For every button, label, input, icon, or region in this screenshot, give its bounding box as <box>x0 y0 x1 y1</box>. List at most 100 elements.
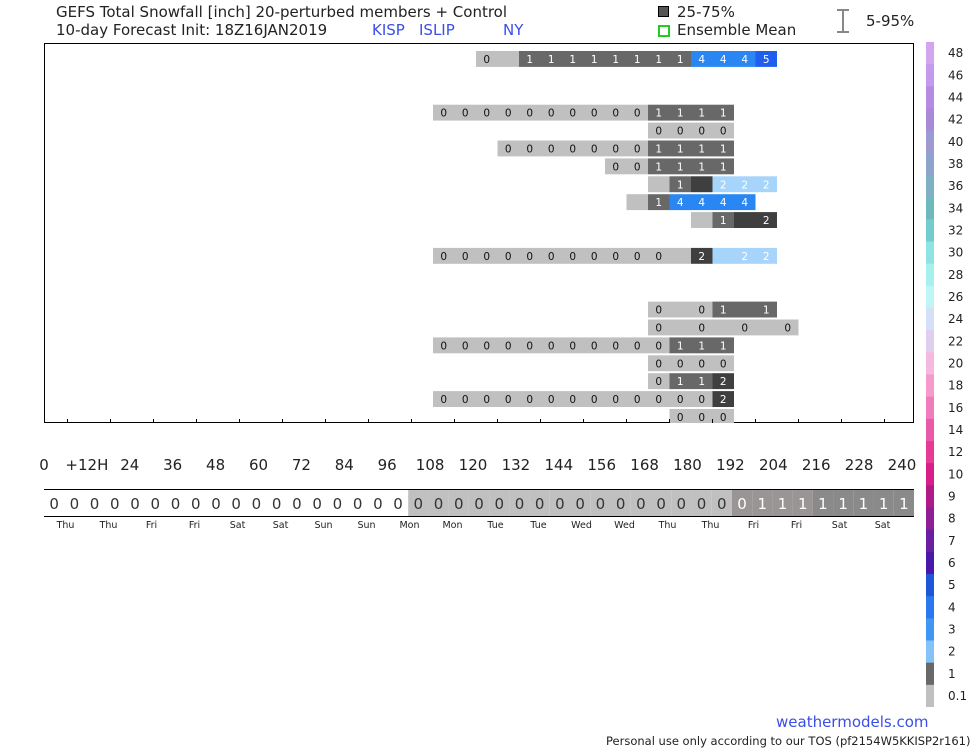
cell-value: 2 <box>698 251 705 263</box>
hour-label: 0 <box>39 456 49 474</box>
heatmap-cell <box>669 247 691 264</box>
hour-label: 120 <box>458 456 488 474</box>
cell-value: 0 <box>526 251 533 263</box>
weekday-label: Mon <box>399 520 420 531</box>
colorbar-swatch <box>926 86 934 109</box>
cell-value: 1 <box>720 215 727 227</box>
hour-label: 216 <box>801 456 831 474</box>
hour-label: 48 <box>206 456 226 474</box>
colorbar-swatch <box>926 396 934 420</box>
cell-value: 4 <box>698 54 705 66</box>
heatmap-cell <box>734 301 756 318</box>
legend-mean-label: Ensemble Mean <box>677 21 797 39</box>
cell-value: 0 <box>483 340 490 352</box>
weekday-label: Fri <box>790 520 803 531</box>
colorbar-swatch <box>926 352 934 375</box>
timeline-value: 1 <box>818 495 828 513</box>
timeline-value: 0 <box>393 495 403 513</box>
ensemble-mean-timeline: 0000000000000000000000000000000000011111… <box>44 489 914 517</box>
timeline-value: 0 <box>49 495 59 513</box>
timeline-value: 0 <box>90 495 100 513</box>
cell-value: 0 <box>655 394 662 406</box>
timeline-value: 0 <box>474 495 484 513</box>
weekday-label: Tue <box>487 520 504 531</box>
cell-value: 1 <box>677 340 684 352</box>
cell-value: 4 <box>741 54 748 66</box>
colorbar-tick: 7 <box>948 534 956 548</box>
cell-value: 0 <box>655 376 662 388</box>
cell-value: 0 <box>591 251 598 263</box>
cell-value: 0 <box>612 161 619 173</box>
cell-value: 0 <box>505 394 512 406</box>
colorbar-swatch <box>926 441 934 464</box>
cell-value: 1 <box>720 340 727 352</box>
colorbar-tick: 0.1 <box>948 689 967 703</box>
colorbar-tick: 10 <box>948 467 963 481</box>
cell-value: 1 <box>698 143 705 155</box>
colorbar-swatch <box>926 64 934 87</box>
cell-value: 0 <box>677 412 684 423</box>
cell-value: 1 <box>720 161 727 173</box>
timeline-value: 0 <box>697 495 707 513</box>
cell-value: 1 <box>634 54 641 66</box>
cell-value: 0 <box>462 394 469 406</box>
colorbar-swatch <box>926 241 934 265</box>
timeline-value: 0 <box>292 495 302 513</box>
cell-value: 1 <box>612 54 619 66</box>
hour-label: 36 <box>163 456 183 474</box>
colorbar-tick: 28 <box>948 268 963 282</box>
hour-label: 240 <box>887 456 917 474</box>
timeline-value: 1 <box>899 495 909 513</box>
colorbar-tick: 40 <box>948 135 963 149</box>
timeline-value: 0 <box>535 495 545 513</box>
cell-value: 0 <box>612 108 619 120</box>
cell-value: 0 <box>548 143 555 155</box>
cell-value: 0 <box>569 251 576 263</box>
timeline-value: 0 <box>494 495 504 513</box>
colorbar-tick: 46 <box>948 68 963 82</box>
cell-value: 0 <box>612 143 619 155</box>
colorbar-swatch <box>926 374 934 398</box>
colorbar-swatch <box>926 662 934 686</box>
weekday-label: Mon <box>442 520 463 531</box>
cell-value: 0 <box>591 340 598 352</box>
timeline-value: 1 <box>778 495 788 513</box>
colorbar-swatch <box>926 507 934 531</box>
legend-iqr-swatch <box>658 6 669 17</box>
cell-value: 2 <box>720 376 727 388</box>
cell-value: 0 <box>483 394 490 406</box>
brand-link[interactable]: weathermodels.com <box>776 713 929 731</box>
cell-value: 0 <box>655 340 662 352</box>
colorbar-swatch <box>926 529 934 553</box>
heatmap-cell <box>755 319 777 336</box>
cell-value: 0 <box>784 322 791 334</box>
timeline-value: 0 <box>110 495 120 513</box>
hour-label: 192 <box>716 456 745 474</box>
cell-value: 1 <box>655 143 662 155</box>
cell-value: 1 <box>677 143 684 155</box>
weekday-label: Fri <box>188 520 201 531</box>
cell-value: 0 <box>526 143 533 155</box>
cell-value: 4 <box>720 197 727 209</box>
hour-label: 96 <box>377 456 397 474</box>
timeline-value: 0 <box>353 495 363 513</box>
heatmap-cell <box>669 319 691 336</box>
heatmap-cell <box>648 176 670 193</box>
cell-value: 0 <box>698 305 705 317</box>
heatmap-cell <box>712 319 734 336</box>
cell-value: 0 <box>462 251 469 263</box>
cell-value: 0 <box>462 108 469 120</box>
cell-value: 1 <box>526 54 533 66</box>
cell-value: 0 <box>634 394 641 406</box>
weekday-label: Sun <box>314 520 333 531</box>
weekday-label: Wed <box>614 520 635 531</box>
heatmap-cell <box>712 247 734 264</box>
colorbar-tick: 44 <box>948 90 963 104</box>
cell-value: 1 <box>720 143 727 155</box>
timeline-value: 0 <box>252 495 262 513</box>
snowfall-colorbar: 4846444240383634323028262422201816141210… <box>926 42 967 707</box>
cell-value: 0 <box>591 394 598 406</box>
cell-value: 0 <box>505 108 512 120</box>
colorbar-tick: 20 <box>948 356 963 370</box>
weekday-label: Tue <box>530 520 547 531</box>
